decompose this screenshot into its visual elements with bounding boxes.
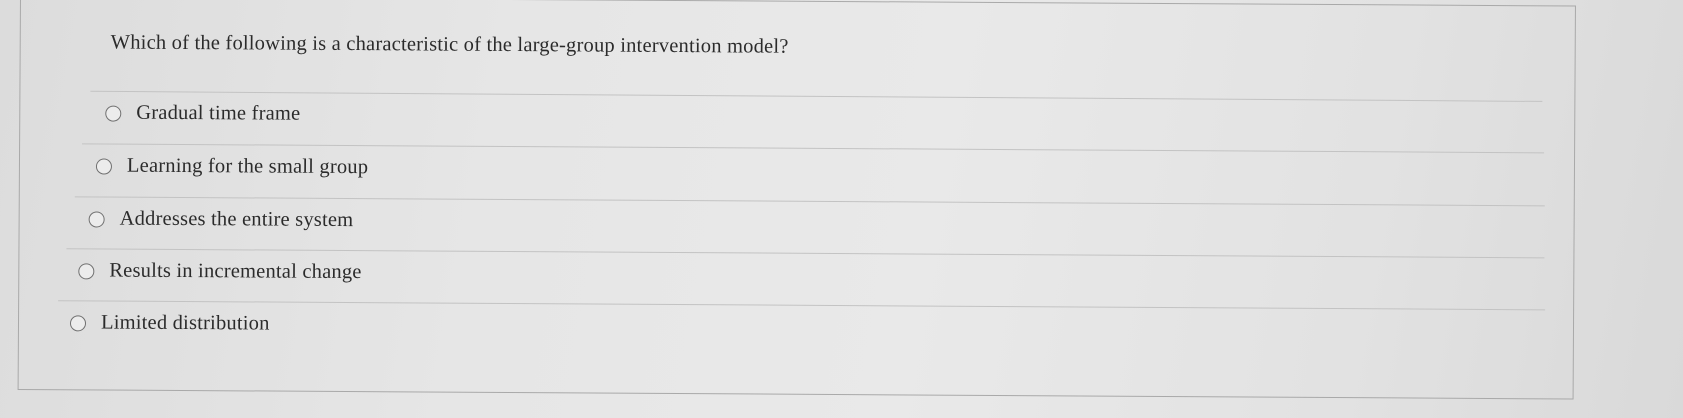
answer-label[interactable]: Addresses the entire system [120,208,354,232]
answer-divider [58,300,1546,311]
answer-option-gradual-time-frame[interactable]: Gradual time frame [105,102,300,126]
question-card: Which of the following is a characterist… [17,0,1576,400]
answer-list: Gradual time frame Learning for the smal… [19,0,1575,398]
answer-divider [82,143,1545,154]
answer-option-addresses-entire-system[interactable]: Addresses the entire system [88,207,354,232]
radio-button[interactable] [78,262,95,279]
answer-option-limited-distribution[interactable]: Limited distribution [69,311,270,336]
answer-label[interactable]: Limited distribution [101,312,270,336]
radio-button[interactable] [88,210,105,228]
answer-label[interactable]: Results in incremental change [109,260,361,285]
answer-option-results-in-incremental-change[interactable]: Results in incremental change [78,259,362,285]
answer-divider [90,90,1543,102]
answer-option-learning-for-small-group[interactable]: Learning for the small group [95,154,368,179]
radio-button[interactable] [105,105,122,122]
answer-label[interactable]: Learning for the small group [127,155,368,179]
radio-button[interactable] [95,157,113,175]
answer-label[interactable]: Gradual time frame [136,102,300,126]
answer-divider [74,196,1545,207]
radio-button[interactable] [69,314,87,331]
answer-divider [66,248,1545,259]
